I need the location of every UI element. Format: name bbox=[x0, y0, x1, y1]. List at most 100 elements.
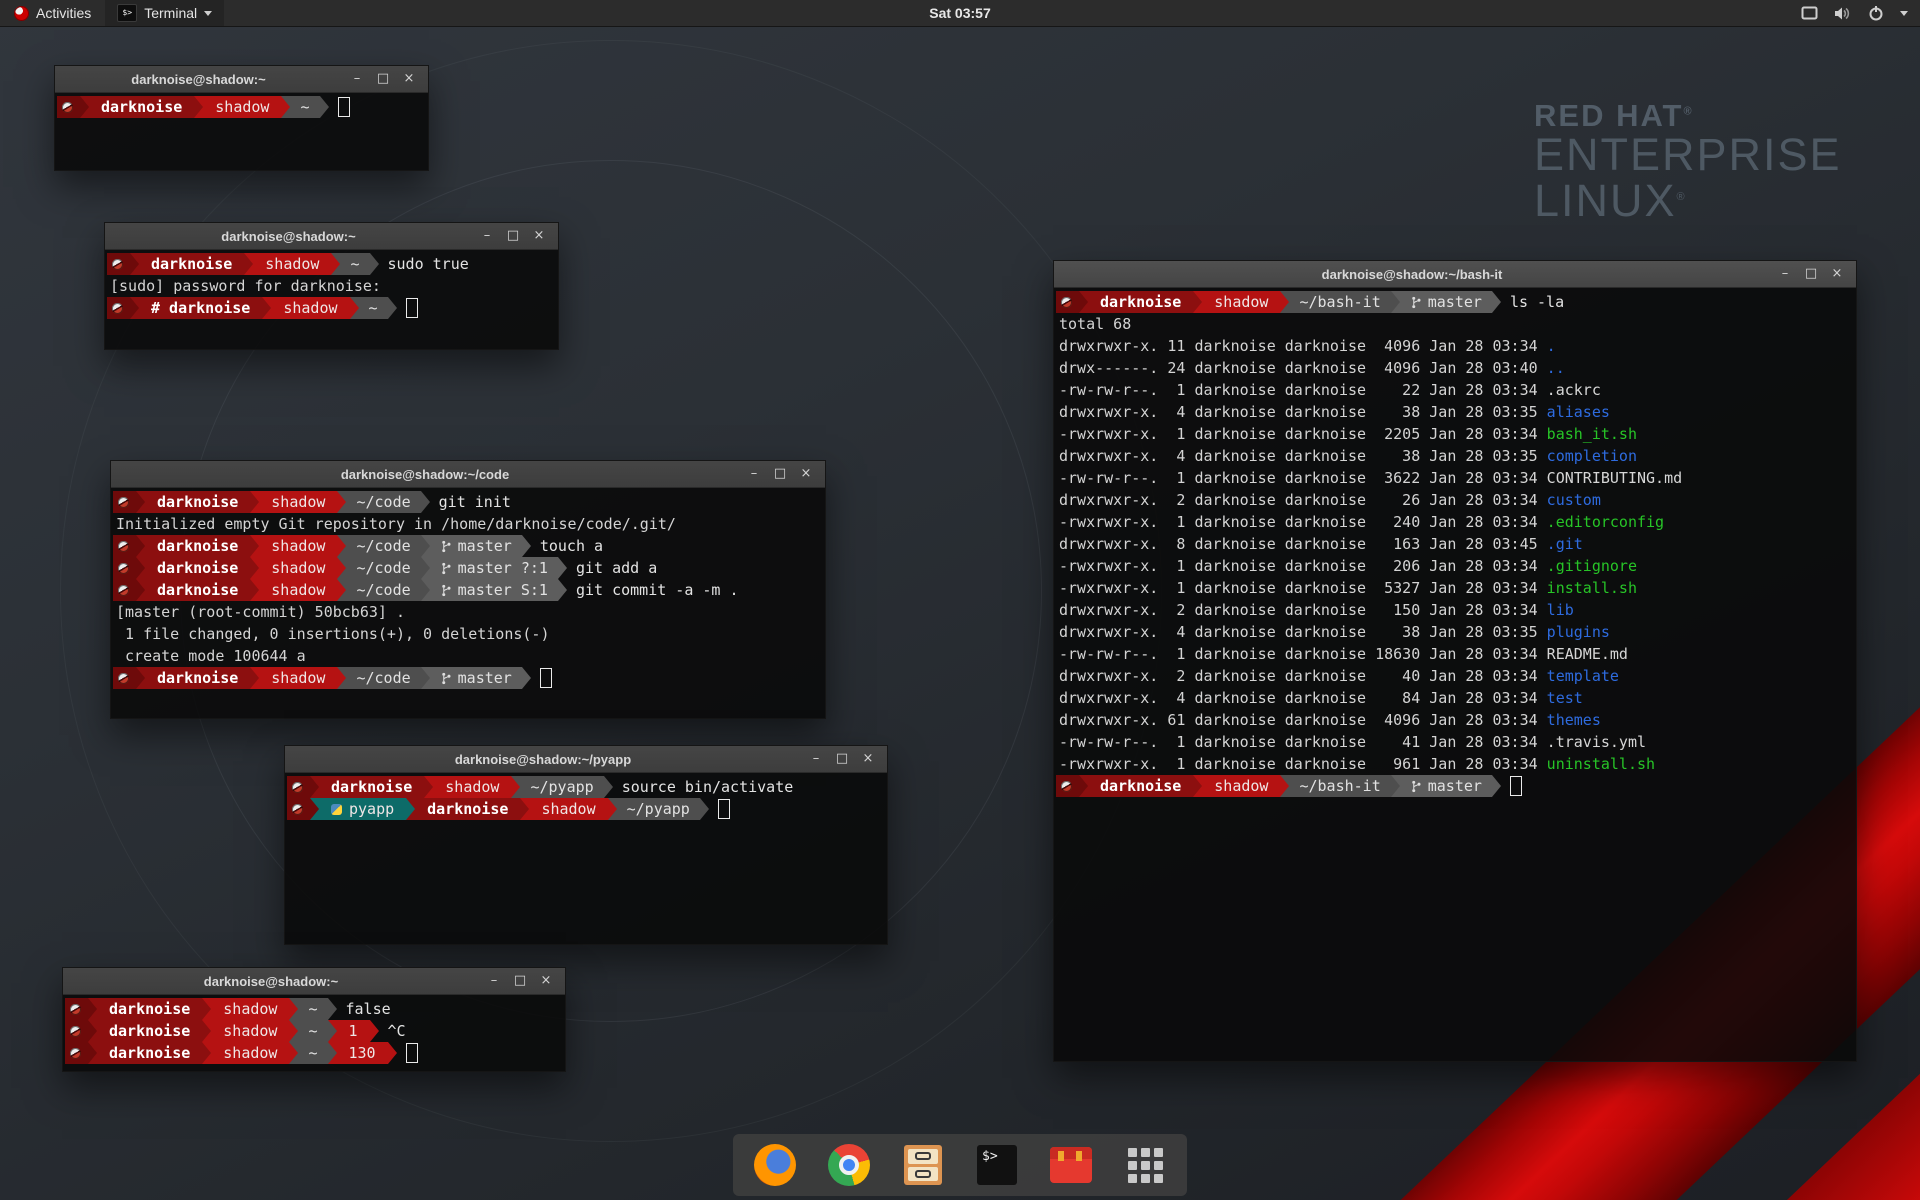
prompt-segment-host: shadow bbox=[433, 776, 511, 798]
powerline-separator bbox=[328, 1042, 337, 1064]
file-name: bash_it.sh bbox=[1547, 425, 1637, 443]
terminal-content[interactable]: darknoiseshadow~/bash-itmasterls -latota… bbox=[1054, 288, 1856, 799]
clock[interactable]: Sat 03:57 bbox=[929, 5, 990, 21]
close-button[interactable]: × bbox=[398, 69, 420, 89]
prompt-segment-user: darknoise bbox=[145, 535, 250, 557]
window-titlebar[interactable]: darknoise@shadow:~/pyapp – □ × bbox=[285, 746, 887, 773]
terminal-icon[interactable]: $> bbox=[975, 1143, 1019, 1187]
powerline-separator bbox=[250, 535, 259, 557]
minimize-button[interactable]: – bbox=[805, 749, 827, 769]
display-icon[interactable] bbox=[1801, 6, 1818, 20]
terminal-line: darknoiseshadow~/codegit init bbox=[113, 491, 823, 513]
window-titlebar[interactable]: darknoise@shadow:~/bash-it – □ × bbox=[1054, 261, 1856, 288]
powerline-separator bbox=[1492, 775, 1501, 797]
terminal-content[interactable]: darknoiseshadow~/codegit initInitialized… bbox=[111, 488, 825, 691]
prompt-segment-path: ~/code bbox=[346, 535, 420, 557]
file-name: .. bbox=[1547, 359, 1565, 377]
prompt-segment-host: shadow bbox=[271, 297, 349, 319]
prompt-segment-git: master bbox=[430, 535, 522, 557]
powerline-separator bbox=[310, 776, 319, 798]
app-menu-terminal[interactable]: $> Terminal bbox=[105, 0, 224, 26]
powerline-separator bbox=[250, 491, 259, 513]
terminal-cursor bbox=[406, 298, 418, 318]
window-titlebar[interactable]: darknoise@shadow:~/code – □ × bbox=[111, 461, 825, 488]
chevron-down-icon bbox=[204, 11, 212, 16]
toolbox-icon[interactable] bbox=[1049, 1143, 1093, 1187]
prompt-segment-host: shadow bbox=[211, 998, 289, 1020]
terminal-line: 1 file changed, 0 insertions(+), 0 delet… bbox=[113, 623, 823, 645]
powerline-separator bbox=[136, 491, 145, 513]
close-button[interactable]: × bbox=[857, 749, 879, 769]
prompt-segment-user: darknoise bbox=[97, 1042, 202, 1064]
file-name: lib bbox=[1547, 601, 1574, 619]
powerline-separator bbox=[511, 776, 520, 798]
powerline-separator bbox=[700, 798, 709, 820]
maximize-button[interactable]: □ bbox=[372, 69, 394, 89]
terminal-line: drwxrwxr-x. 4 darknoise darknoise 38 Jan… bbox=[1056, 621, 1854, 643]
prompt-segment-git: master bbox=[1400, 291, 1492, 313]
app-grid-icon[interactable] bbox=[1123, 1143, 1167, 1187]
file-name: test bbox=[1547, 689, 1583, 707]
activities-button[interactable]: Activities bbox=[0, 0, 105, 26]
maximize-button[interactable]: □ bbox=[1800, 264, 1822, 284]
close-button[interactable]: × bbox=[795, 464, 817, 484]
window-titlebar[interactable]: darknoise@shadow:~ – □ × bbox=[55, 66, 428, 93]
minimize-button[interactable]: – bbox=[483, 971, 505, 991]
minimize-button[interactable]: – bbox=[1774, 264, 1796, 284]
prompt-segment-host: shadow bbox=[211, 1042, 289, 1064]
file-name: custom bbox=[1547, 491, 1601, 509]
terminal-line: -rw-rw-r--. 1 darknoise darknoise 3622 J… bbox=[1056, 467, 1854, 489]
maximize-button[interactable]: □ bbox=[831, 749, 853, 769]
files-icon[interactable] bbox=[901, 1143, 945, 1187]
minimize-button[interactable]: – bbox=[476, 226, 498, 246]
close-button[interactable]: × bbox=[1826, 264, 1848, 284]
file-name: uninstall.sh bbox=[1547, 755, 1655, 773]
terminal-line: drwxrwxr-x. 4 darknoise darknoise 84 Jan… bbox=[1056, 687, 1854, 709]
window-title: darknoise@shadow:~ bbox=[105, 229, 472, 244]
powerline-separator bbox=[337, 535, 346, 557]
minimize-button[interactable]: – bbox=[743, 464, 765, 484]
prompt-segment-host: shadow bbox=[1202, 291, 1280, 313]
maximize-button[interactable]: □ bbox=[769, 464, 791, 484]
powerline-separator bbox=[388, 1042, 397, 1064]
prompt-segment-user: # darknoise bbox=[139, 297, 262, 319]
prompt-segment-path: ~/bash-it bbox=[1289, 775, 1390, 797]
window-titlebar[interactable]: darknoise@shadow:~ – □ × bbox=[63, 968, 565, 995]
volume-icon[interactable] bbox=[1834, 6, 1852, 21]
command-text: git add a bbox=[576, 559, 657, 577]
chevron-down-icon[interactable] bbox=[1900, 11, 1908, 16]
powerline-separator bbox=[370, 1020, 379, 1042]
minimize-button[interactable]: – bbox=[346, 69, 368, 89]
power-icon[interactable] bbox=[1868, 5, 1884, 21]
terminal-line: darknoiseshadow~/pyappsource bin/activat… bbox=[287, 776, 885, 798]
terminal-content[interactable]: darknoiseshadow~/pyappsource bin/activat… bbox=[285, 773, 887, 822]
pokeball-icon bbox=[107, 253, 130, 275]
powerline-separator bbox=[421, 491, 430, 513]
maximize-button[interactable]: □ bbox=[509, 971, 531, 991]
powerline-separator bbox=[202, 998, 211, 1020]
prompt-segment-path: ~/pyapp bbox=[520, 776, 603, 798]
terminal-content[interactable]: darknoiseshadow~sudo true[sudo] password… bbox=[105, 250, 558, 321]
dock: $> bbox=[733, 1134, 1187, 1196]
terminal-line: -rwxrwxr-x. 1 darknoise darknoise 5327 J… bbox=[1056, 577, 1854, 599]
chrome-icon[interactable] bbox=[827, 1143, 871, 1187]
terminal-line: darknoiseshadow~false bbox=[65, 998, 563, 1020]
terminal-cursor bbox=[718, 799, 730, 819]
window-titlebar[interactable]: darknoise@shadow:~ – □ × bbox=[105, 223, 558, 250]
prompt-segment-git: master bbox=[1400, 775, 1492, 797]
terminal-content[interactable]: darknoiseshadow~ bbox=[55, 93, 428, 120]
powerline-separator bbox=[370, 253, 379, 275]
maximize-button[interactable]: □ bbox=[502, 226, 524, 246]
terminal-line: darknoiseshadow~130 bbox=[65, 1042, 563, 1064]
firefox-icon[interactable] bbox=[753, 1143, 797, 1187]
pokeball-icon bbox=[65, 1042, 88, 1064]
prompt-segment-host: shadow bbox=[259, 579, 337, 601]
command-text: source bin/activate bbox=[622, 778, 794, 796]
close-button[interactable]: × bbox=[535, 971, 557, 991]
prompt-segment-host: shadow bbox=[259, 491, 337, 513]
terminal-content[interactable]: darknoiseshadow~falsedarknoiseshadow~1^C… bbox=[63, 995, 565, 1066]
terminal-line: drwxrwxr-x. 2 darknoise darknoise 40 Jan… bbox=[1056, 665, 1854, 687]
prompt-segment-exit: 1 bbox=[337, 1020, 370, 1042]
close-button[interactable]: × bbox=[528, 226, 550, 246]
desktop: RED HAT® ENTERPRISE LINUX® Activities $>… bbox=[0, 0, 1920, 1200]
